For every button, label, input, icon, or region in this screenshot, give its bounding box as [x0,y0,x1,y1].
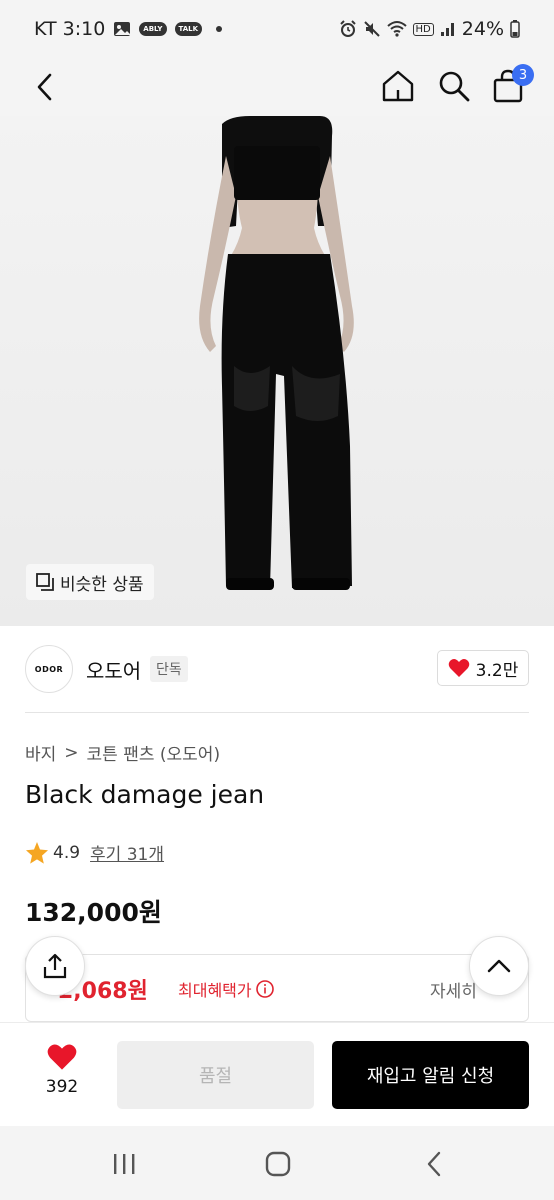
heart-icon [47,1044,77,1070]
rating-value: 4.9 [53,842,81,863]
talk-badge: TALK [174,22,203,36]
home-nav-button[interactable] [258,1148,298,1180]
gallery-icon [113,21,131,37]
product-title: Black damage jean [25,780,265,809]
ably-badge: ABLY [139,22,167,36]
home-icon [382,70,414,102]
breadcrumb-separator: > [64,742,79,763]
max-benefit-box[interactable]: 2,068원 최대혜택가 자세히 [25,954,529,1022]
cart-count-badge: 3 [512,64,534,86]
signal-icon [440,21,456,37]
brand-logo[interactable]: ODOR [25,645,73,693]
rating-row: 4.9 후기 31개 [25,840,164,865]
recent-apps-button[interactable] [104,1148,144,1180]
share-icon [43,953,67,979]
bottom-action-bar: 392 품절 재입고 알림 신청 [0,1022,554,1126]
search-button[interactable] [434,66,474,106]
battery-icon [510,20,520,38]
home-button[interactable] [378,66,418,106]
chevron-left-icon [37,73,52,101]
status-time: KT 3:10 [34,18,106,40]
info-icon [255,980,274,998]
review-link[interactable]: 후기 31개 [90,840,164,865]
mute-icon [363,20,381,38]
benefit-detail-link[interactable]: 자세히 [430,977,477,1002]
product-image[interactable]: 비슷한 상품 [0,116,554,626]
back-button[interactable] [28,70,62,104]
product-price: 132,000원 [25,898,162,927]
soldout-button[interactable]: 품절 [117,1041,314,1109]
brand-logo-text: ODOR [34,664,64,674]
alarm-icon [339,20,357,38]
product-like-count: 392 [45,1077,79,1097]
top-nav: 3 [0,58,554,194]
similar-products-label: 비슷한 상품 [60,574,144,595]
back-nav-button[interactable] [414,1148,454,1180]
system-nav-bar [0,1126,554,1200]
brand-row: ODOR 오도어 단독 3.2만 [0,626,554,712]
chevron-up-icon [487,959,511,973]
benefit-label-wrap: 최대혜택가 [178,977,274,1001]
copy-icon [36,573,54,591]
brand-like-button[interactable]: 3.2만 [437,650,529,686]
brand-name[interactable]: 오도어 [86,655,141,684]
hd-badge: HD [412,22,434,36]
divider [25,712,529,713]
restock-alert-button[interactable]: 재입고 알림 신청 [332,1041,529,1109]
benefit-label: 최대혜택가 [178,981,252,1000]
scroll-top-button[interactable] [469,936,529,996]
breadcrumb-subcategory[interactable]: 코튼 팬츠 (오도어) [87,740,221,765]
back-nav-icon [427,1151,441,1177]
exclusive-badge: 단독 [150,656,188,682]
home-nav-icon [265,1151,291,1177]
star-icon [26,841,48,864]
cart-button[interactable]: 3 [488,64,534,106]
heart-icon [448,659,469,677]
search-icon [439,71,470,102]
status-bar: KT 3:10 ABLY TALK HD 24% [0,0,554,58]
battery-percent: 24% [461,18,504,40]
product-like-button[interactable]: 392 [22,1043,102,1097]
model-photo [199,116,354,590]
breadcrumb-category[interactable]: 바지 [25,740,56,765]
notification-dot [216,26,223,32]
recent-apps-icon [114,1154,135,1174]
wifi-icon [386,20,407,38]
brand-like-count: 3.2만 [475,660,519,681]
breadcrumb: 바지 > 코튼 팬츠 (오도어) [25,740,221,766]
share-button[interactable] [25,936,85,996]
similar-products-button[interactable]: 비슷한 상품 [26,564,154,600]
